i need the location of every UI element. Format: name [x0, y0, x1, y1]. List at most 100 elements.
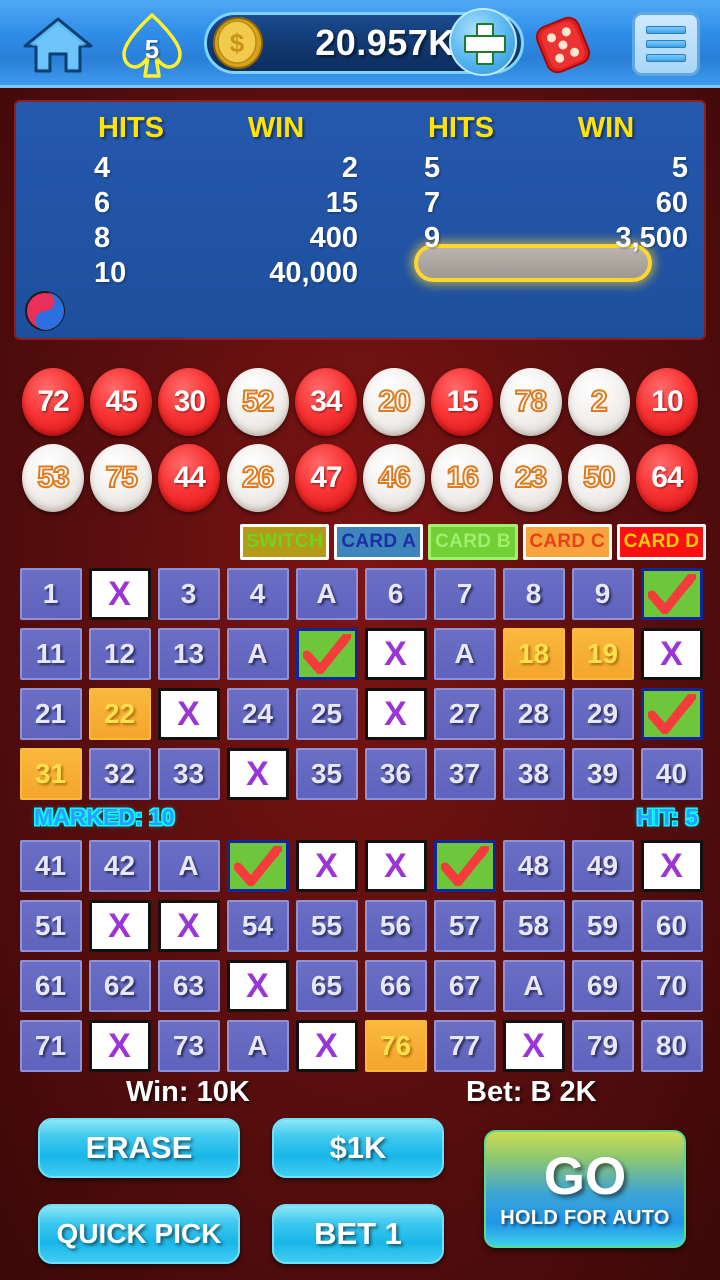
keno-cell[interactable]: 36: [361, 744, 430, 804]
keno-cell[interactable]: 7: [430, 564, 499, 624]
keno-cell[interactable]: A: [154, 836, 223, 896]
keno-cell[interactable]: 51: [16, 896, 85, 956]
dice-icon[interactable]: [532, 14, 594, 76]
keno-cell[interactable]: X: [499, 1016, 568, 1076]
keno-cell[interactable]: [430, 836, 499, 896]
keno-cell[interactable]: 55: [292, 896, 361, 956]
keno-cell[interactable]: 67: [430, 956, 499, 1016]
keno-cell[interactable]: A: [223, 1016, 292, 1076]
keno-cell[interactable]: X: [361, 684, 430, 744]
add-coins-button[interactable]: [449, 8, 517, 76]
keno-cell[interactable]: 19: [568, 624, 637, 684]
keno-cell[interactable]: X: [361, 836, 430, 896]
keno-cell[interactable]: X: [223, 956, 292, 1016]
keno-cell[interactable]: A: [223, 624, 292, 684]
keno-cell[interactable]: 40: [637, 744, 706, 804]
keno-cell[interactable]: X: [223, 744, 292, 804]
keno-cell[interactable]: 35: [292, 744, 361, 804]
keno-cell[interactable]: 65: [292, 956, 361, 1016]
keno-cell[interactable]: A: [499, 956, 568, 1016]
keno-cell[interactable]: 80: [637, 1016, 706, 1076]
keno-cell[interactable]: 57: [430, 896, 499, 956]
keno-cell[interactable]: 8: [499, 564, 568, 624]
keno-cell[interactable]: 18: [499, 624, 568, 684]
keno-cell[interactable]: 42: [85, 836, 154, 896]
keno-cell[interactable]: X: [85, 896, 154, 956]
spade-counter[interactable]: 5: [112, 10, 192, 82]
keno-cell[interactable]: 71: [16, 1016, 85, 1076]
quick-pick-button[interactable]: QUICK PICK: [38, 1204, 240, 1264]
keno-cell[interactable]: X: [85, 564, 154, 624]
card-tab-c[interactable]: CARD C: [522, 524, 612, 560]
keno-cell[interactable]: 62: [85, 956, 154, 1016]
keno-cell-number: 51: [19, 900, 82, 952]
keno-cell[interactable]: 76: [361, 1016, 430, 1076]
keno-cell[interactable]: 37: [430, 744, 499, 804]
keno-cell[interactable]: 70: [637, 956, 706, 1016]
keno-cell[interactable]: 22: [85, 684, 154, 744]
keno-cell[interactable]: 28: [499, 684, 568, 744]
keno-cell[interactable]: X: [637, 624, 706, 684]
keno-cell[interactable]: 60: [637, 896, 706, 956]
keno-cell[interactable]: 21: [16, 684, 85, 744]
keno-cell[interactable]: 39: [568, 744, 637, 804]
keno-cell[interactable]: 69: [568, 956, 637, 1016]
keno-cell[interactable]: X: [637, 836, 706, 896]
go-button[interactable]: GO HOLD FOR AUTO: [484, 1130, 686, 1248]
keno-cell[interactable]: 24: [223, 684, 292, 744]
keno-cell-picked: X: [88, 900, 151, 952]
keno-cell[interactable]: 13: [154, 624, 223, 684]
keno-cell[interactable]: 54: [223, 896, 292, 956]
keno-cell[interactable]: X: [85, 1016, 154, 1076]
keno-cell[interactable]: X: [154, 684, 223, 744]
keno-cell[interactable]: 61: [16, 956, 85, 1016]
home-icon[interactable]: [22, 16, 94, 74]
keno-cell[interactable]: 79: [568, 1016, 637, 1076]
menu-button[interactable]: [632, 12, 700, 76]
keno-cell[interactable]: X: [292, 1016, 361, 1076]
keno-cell[interactable]: 66: [361, 956, 430, 1016]
keno-cell[interactable]: 12: [85, 624, 154, 684]
card-tab-a[interactable]: CARD A: [334, 524, 424, 560]
keno-cell[interactable]: [637, 684, 706, 744]
keno-cell[interactable]: X: [154, 896, 223, 956]
keno-cell[interactable]: 38: [499, 744, 568, 804]
keno-cell[interactable]: 63: [154, 956, 223, 1016]
keno-cell[interactable]: A: [430, 624, 499, 684]
keno-cell[interactable]: 41: [16, 836, 85, 896]
keno-cell[interactable]: 73: [154, 1016, 223, 1076]
keno-cell[interactable]: [223, 836, 292, 896]
keno-cell[interactable]: A: [292, 564, 361, 624]
keno-cell[interactable]: 32: [85, 744, 154, 804]
keno-cell[interactable]: 11: [16, 624, 85, 684]
keno-cell-picked: X: [88, 1020, 151, 1072]
keno-cell[interactable]: 58: [499, 896, 568, 956]
keno-cell[interactable]: 33: [154, 744, 223, 804]
keno-cell[interactable]: 77: [430, 1016, 499, 1076]
keno-cell[interactable]: 59: [568, 896, 637, 956]
keno-cell[interactable]: X: [292, 836, 361, 896]
keno-cell[interactable]: 48: [499, 836, 568, 896]
card-tab-d[interactable]: CARD D: [616, 524, 707, 560]
keno-cell[interactable]: 49: [568, 836, 637, 896]
keno-cell[interactable]: [292, 624, 361, 684]
keno-cell[interactable]: 27: [430, 684, 499, 744]
keno-cell[interactable]: [637, 564, 706, 624]
bet-one-button[interactable]: BET 1: [272, 1204, 444, 1264]
keno-cell[interactable]: 9: [568, 564, 637, 624]
card-tab-b[interactable]: CARD B: [428, 524, 518, 560]
keno-cell[interactable]: 25: [292, 684, 361, 744]
keno-cell[interactable]: 6: [361, 564, 430, 624]
bet-amount-button[interactable]: $1K: [272, 1118, 444, 1178]
erase-button[interactable]: ERASE: [38, 1118, 240, 1178]
keno-cell[interactable]: 1: [16, 564, 85, 624]
keno-cell[interactable]: 4: [223, 564, 292, 624]
yinyang-icon[interactable]: [24, 290, 66, 332]
keno-cell[interactable]: 3: [154, 564, 223, 624]
card-tab-switch[interactable]: SWITCH: [240, 524, 330, 560]
keno-cell[interactable]: X: [361, 624, 430, 684]
keno-cell-number: 13: [157, 628, 220, 680]
keno-cell[interactable]: 31: [16, 744, 85, 804]
keno-cell[interactable]: 56: [361, 896, 430, 956]
keno-cell[interactable]: 29: [568, 684, 637, 744]
